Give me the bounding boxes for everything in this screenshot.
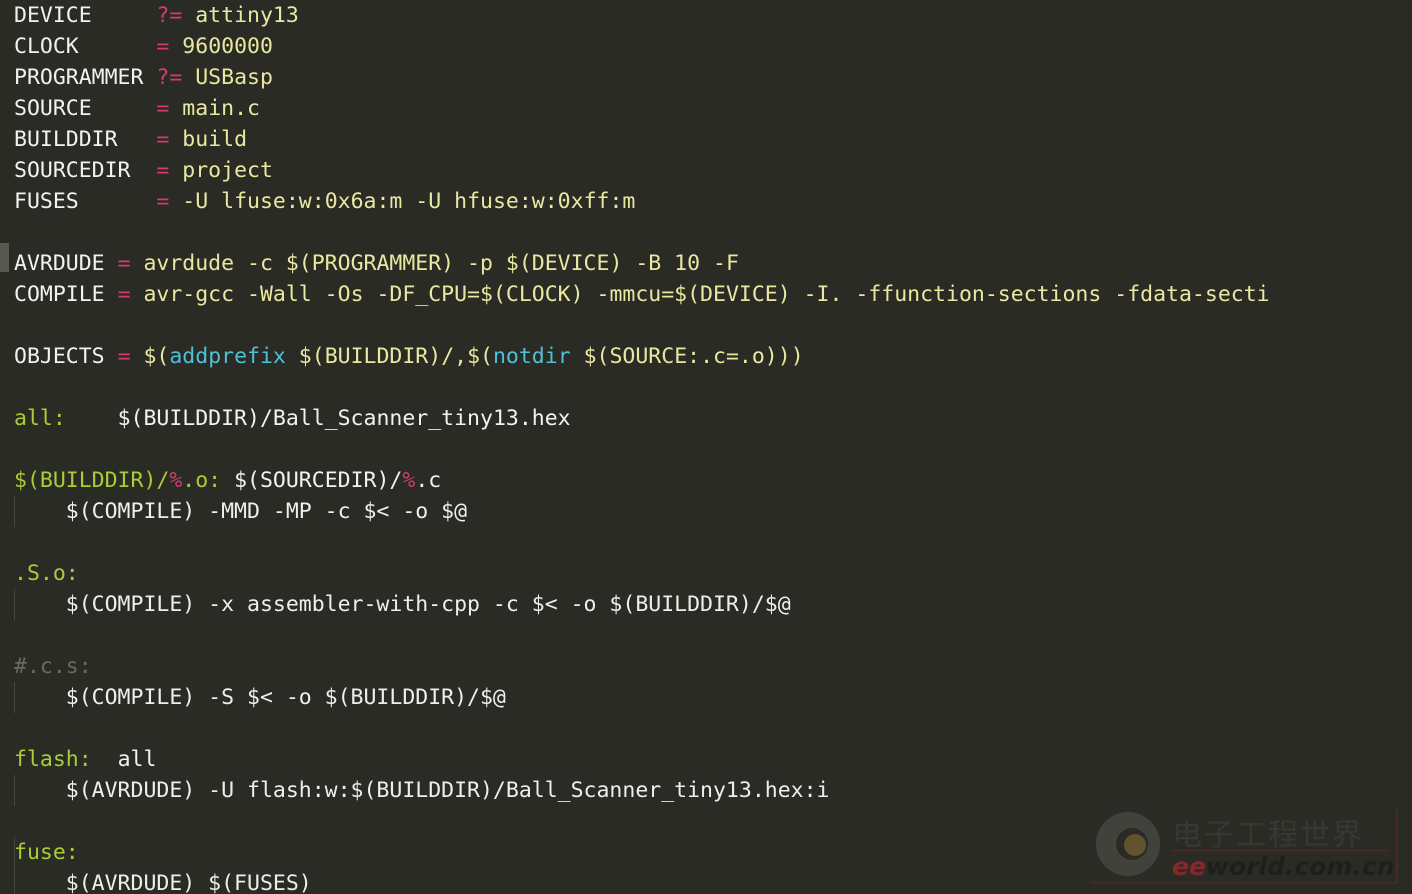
assign-operator: = [156,127,170,152]
assign-operator: ?= [156,3,183,28]
var-name: PROGRAMMER [14,65,144,90]
pattern-wildcard: % [402,468,416,493]
make-function-addprefix: addprefix [169,344,286,369]
make-prerequisite: $(SOURCEDIR)/ [221,468,403,493]
pad [105,282,118,307]
make-target: all: [14,406,66,431]
var-value: USBasp [182,65,273,90]
var-value: main.c [169,96,260,121]
code-line-recipe-compile-object[interactable]: $(COMPILE) -MMD -MP -c $< -o $@ [0,496,1412,527]
code-line-objects[interactable]: OBJECTS = $(addprefix $(BUILDDIR)/,$(not… [0,341,1412,372]
code-line-comment-c-s[interactable]: #.c.s: [0,651,1412,682]
code-editor-canvas[interactable]: DEVICE ?= attiny13 CLOCK = 9600000 PROGR… [0,0,1412,894]
assign-operator: = [156,96,170,121]
assign-operator: = [156,189,170,214]
code-line-blank[interactable] [0,620,1412,651]
pad [79,34,157,59]
pad [79,189,157,214]
assign-operator: = [156,158,170,183]
var-value: -U lfuse:w:0x6a:m -U hfuse:w:0xff:m [169,189,636,214]
var-value: build [169,127,248,152]
pad [118,127,157,152]
make-target: .S.o: [14,561,79,586]
var-name: SOURCE [14,96,92,121]
assign-operator: = [117,251,131,276]
pad [92,96,157,121]
var-value: project [169,158,273,183]
code-line-sourcedir[interactable]: SOURCEDIR = project [0,155,1412,186]
make-prerequisite: $(BUILDDIR)/Ball_Scanner_tiny13.hex [117,406,571,431]
recipe-text: $(AVRDUDE) $(FUSES) [14,871,312,894]
code-line-target-flash[interactable]: flash: all [0,744,1412,775]
code-line-source[interactable]: SOURCE = main.c [0,93,1412,124]
recipe-text: $(AVRDUDE) -U flash:w:$(BUILDDIR)/Ball_S… [14,778,830,803]
code-line-compile[interactable]: COMPILE = avr-gcc -Wall -Os -DF_CPU=$(CL… [0,279,1412,310]
editor-cursor-block [0,243,9,272]
assign-operator: = [117,344,131,369]
var-name: AVRDUDE [14,251,105,276]
code-line-blank[interactable] [0,806,1412,837]
comment-text: #.c.s: [14,654,92,679]
assign-operator: = [156,34,170,59]
code-line-recipe-assembler[interactable]: $(COMPILE) -x assembler-with-cpp -c $< -… [0,589,1412,620]
code-line-target-fuse[interactable]: fuse: [0,837,1412,868]
code-line-pattern-rule-object[interactable]: $(BUILDDIR)/%.o: $(SOURCEDIR)/%.c [0,465,1412,496]
code-line-target-s-o[interactable]: .S.o: [0,558,1412,589]
pad [105,251,118,276]
make-prerequisite-suffix: .c [415,468,442,493]
assign-operator: = [117,282,131,307]
code-line-blank[interactable] [0,434,1412,465]
var-name: CLOCK [14,34,79,59]
code-line-target-all[interactable]: all: $(BUILDDIR)/Ball_Scanner_tiny13.hex [0,403,1412,434]
recipe-text: $(COMPILE) -x assembler-with-cpp -c $< -… [14,592,791,617]
var-value: 9600000 [169,34,273,59]
var-name: BUILDDIR [14,127,118,152]
pad [131,158,157,183]
code-line-blank[interactable] [0,217,1412,248]
expr-segment: $( [130,344,170,369]
code-line-fuses[interactable]: FUSES = -U lfuse:w:0x6a:m -U hfuse:w:0xf… [0,186,1412,217]
pad [143,65,156,90]
expr-segment: $(SOURCE:.c=.o))) [570,344,804,369]
var-value: avr-gcc -Wall -Os -DF_CPU=$(CLOCK) -mmcu… [130,282,1270,307]
makefile-code-block[interactable]: DEVICE ?= attiny13 CLOCK = 9600000 PROGR… [0,0,1412,894]
code-line-blank[interactable] [0,527,1412,558]
code-line-builddir[interactable]: BUILDDIR = build [0,124,1412,155]
var-value: avrdude -c $(PROGRAMMER) -p $(DEVICE) -B… [130,251,739,276]
pad [105,344,118,369]
code-line-blank[interactable] [0,372,1412,403]
recipe-text: $(COMPILE) -MMD -MP -c $< -o $@ [14,499,468,524]
code-line-device[interactable]: DEVICE ?= attiny13 [0,0,1412,31]
var-name: OBJECTS [14,344,105,369]
pad [92,3,157,28]
code-line-avrdude[interactable]: AVRDUDE = avrdude -c $(PROGRAMMER) -p $(… [0,248,1412,279]
code-line-recipe-fuse[interactable]: $(AVRDUDE) $(FUSES) [0,837,1412,894]
code-line-recipe-flash[interactable]: $(AVRDUDE) -U flash:w:$(BUILDDIR)/Ball_S… [0,775,1412,806]
make-prerequisite: all [117,747,157,772]
recipe-text: $(COMPILE) -S $< -o $(BUILDDIR)/$@ [14,685,506,710]
var-name: SOURCEDIR [14,158,131,183]
code-line-clock[interactable]: CLOCK = 9600000 [0,31,1412,62]
assign-operator: ?= [156,65,183,90]
var-name: COMPILE [14,282,105,307]
var-name: DEVICE [14,3,92,28]
pattern-wildcard: % [169,468,183,493]
make-target-suffix: .o: [182,468,222,493]
code-line-blank[interactable] [0,310,1412,341]
make-target: fuse: [14,840,79,865]
make-target: flash: [14,747,92,772]
make-function-notdir: notdir [492,344,571,369]
make-target: $(BUILDDIR)/ [14,468,170,493]
code-line-programmer[interactable]: PROGRAMMER ?= USBasp [0,62,1412,93]
code-line-recipe-assembly-listing[interactable]: $(COMPILE) -S $< -o $(BUILDDIR)/$@ [0,682,1412,713]
var-name: FUSES [14,189,79,214]
var-value: attiny13 [182,3,299,28]
expr-segment: $(BUILDDIR)/,$( [285,344,493,369]
code-line-blank[interactable] [0,713,1412,744]
